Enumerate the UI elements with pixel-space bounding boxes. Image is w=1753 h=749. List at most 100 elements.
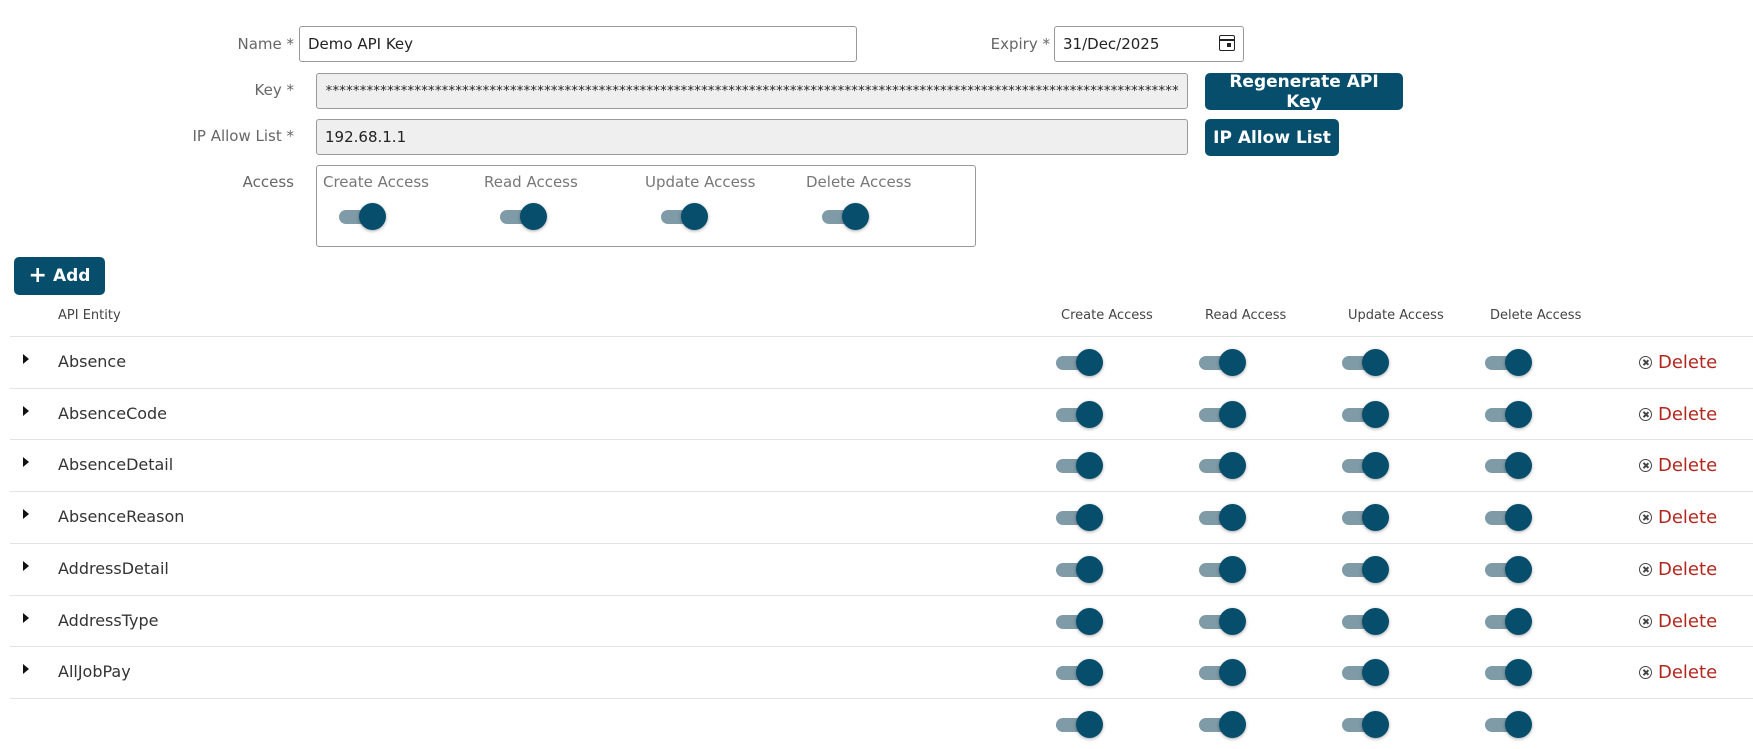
row-delete-toggle[interactable]	[1483, 658, 1533, 686]
ip-allow-list-value: 192.68.1.1	[325, 128, 407, 146]
plus-icon: +	[28, 263, 47, 288]
table-row: Absence Delete	[10, 336, 1753, 387]
calendar-icon[interactable]	[1219, 35, 1235, 51]
row-update-toggle[interactable]	[1340, 555, 1390, 583]
table-row: AbsenceDetail Delete	[10, 439, 1753, 490]
delete-row-button[interactable]: Delete	[1639, 559, 1717, 580]
entity-name: AbsenceCode	[58, 404, 168, 423]
row-delete-toggle[interactable]	[1483, 503, 1533, 531]
key-label: Key *	[254, 81, 294, 99]
close-circle-icon	[1639, 408, 1652, 421]
row-delete-toggle[interactable]	[1483, 607, 1533, 635]
delete-label: Delete	[1658, 455, 1718, 476]
delete-row-button[interactable]: Delete	[1639, 507, 1717, 528]
row-read-toggle[interactable]	[1197, 710, 1247, 738]
row-create-toggle[interactable]	[1054, 658, 1104, 686]
access-delete-label: Delete Access	[806, 173, 912, 191]
expand-caret-icon[interactable]	[23, 613, 29, 623]
col-header-create: Create Access	[1061, 308, 1153, 323]
close-circle-icon	[1639, 511, 1652, 524]
row-read-toggle[interactable]	[1197, 658, 1247, 686]
access-update-label: Update Access	[645, 173, 756, 191]
expiry-date-value: 31/Dec/2025	[1063, 35, 1160, 53]
close-circle-icon	[1639, 615, 1652, 628]
delete-row-button[interactable]: Delete	[1639, 455, 1717, 476]
entity-name: AbsenceReason	[58, 507, 185, 526]
close-circle-icon	[1639, 459, 1652, 472]
row-create-toggle[interactable]	[1054, 348, 1104, 376]
access-group: Create Access Read Access Update Access …	[316, 165, 976, 247]
expand-caret-icon[interactable]	[23, 354, 29, 364]
expand-caret-icon[interactable]	[23, 457, 29, 467]
access-update-toggle[interactable]	[659, 202, 709, 230]
row-update-toggle[interactable]	[1340, 400, 1390, 428]
close-circle-icon	[1639, 563, 1652, 576]
expand-caret-icon[interactable]	[23, 664, 29, 674]
col-header-entity: API Entity	[58, 308, 121, 323]
row-read-toggle[interactable]	[1197, 451, 1247, 479]
delete-row-button[interactable]: Delete	[1639, 404, 1717, 425]
row-create-toggle[interactable]	[1054, 555, 1104, 583]
row-delete-toggle[interactable]	[1483, 400, 1533, 428]
access-delete-toggle[interactable]	[820, 202, 870, 230]
table-row-partial	[10, 698, 1753, 749]
name-input[interactable]: Demo API Key	[299, 26, 857, 62]
row-create-toggle[interactable]	[1054, 451, 1104, 479]
delete-row-button[interactable]: Delete	[1639, 352, 1717, 373]
row-read-toggle[interactable]	[1197, 348, 1247, 376]
table-row: AddressType Delete	[10, 595, 1753, 646]
expand-caret-icon[interactable]	[23, 509, 29, 519]
delete-label: Delete	[1658, 559, 1718, 580]
name-label: Name *	[237, 35, 294, 53]
row-delete-toggle[interactable]	[1483, 451, 1533, 479]
entity-name: AddressDetail	[58, 559, 169, 578]
access-label: Access	[242, 173, 294, 191]
access-create-toggle[interactable]	[337, 202, 387, 230]
entity-name: AddressType	[58, 611, 159, 630]
access-read-label: Read Access	[484, 173, 578, 191]
col-header-delete: Delete Access	[1490, 308, 1582, 323]
access-read-toggle[interactable]	[498, 202, 548, 230]
row-update-toggle[interactable]	[1340, 451, 1390, 479]
row-read-toggle[interactable]	[1197, 400, 1247, 428]
expiry-date-field[interactable]: 31/Dec/2025	[1054, 26, 1244, 62]
close-circle-icon	[1639, 666, 1652, 679]
row-delete-toggle[interactable]	[1483, 348, 1533, 376]
add-button[interactable]: + Add	[14, 257, 105, 295]
row-read-toggle[interactable]	[1197, 503, 1247, 531]
row-update-toggle[interactable]	[1340, 348, 1390, 376]
table-row: AddressDetail Delete	[10, 543, 1753, 594]
row-delete-toggle[interactable]	[1483, 710, 1533, 738]
row-create-toggle[interactable]	[1054, 400, 1104, 428]
row-create-toggle[interactable]	[1054, 503, 1104, 531]
row-update-toggle[interactable]	[1340, 607, 1390, 635]
row-update-toggle[interactable]	[1340, 710, 1390, 738]
row-create-toggle[interactable]	[1054, 607, 1104, 635]
ip-allow-list-label: IP Allow List *	[192, 127, 294, 145]
col-header-read: Read Access	[1205, 308, 1287, 323]
row-delete-toggle[interactable]	[1483, 555, 1533, 583]
ip-allow-list-button[interactable]: IP Allow List	[1205, 119, 1339, 156]
delete-label: Delete	[1658, 662, 1718, 683]
entity-name: AbsenceDetail	[58, 455, 174, 474]
api-key-field: ****************************************…	[316, 73, 1188, 109]
expand-caret-icon[interactable]	[23, 406, 29, 416]
delete-label: Delete	[1658, 611, 1718, 632]
row-update-toggle[interactable]	[1340, 503, 1390, 531]
delete-label: Delete	[1658, 404, 1718, 425]
row-read-toggle[interactable]	[1197, 607, 1247, 635]
api-key-value: ****************************************…	[325, 83, 1179, 99]
expiry-label: Expiry *	[990, 35, 1050, 53]
delete-row-button[interactable]: Delete	[1639, 611, 1717, 632]
access-create-label: Create Access	[323, 173, 429, 191]
table-row: AllJobPay Delete	[10, 646, 1753, 697]
col-header-update: Update Access	[1348, 308, 1444, 323]
row-create-toggle[interactable]	[1054, 710, 1104, 738]
row-update-toggle[interactable]	[1340, 658, 1390, 686]
delete-label: Delete	[1658, 507, 1718, 528]
row-read-toggle[interactable]	[1197, 555, 1247, 583]
regenerate-api-key-button[interactable]: Regenerate API Key	[1205, 72, 1403, 112]
expand-caret-icon[interactable]	[23, 561, 29, 571]
delete-row-button[interactable]: Delete	[1639, 662, 1717, 683]
delete-label: Delete	[1658, 352, 1718, 373]
